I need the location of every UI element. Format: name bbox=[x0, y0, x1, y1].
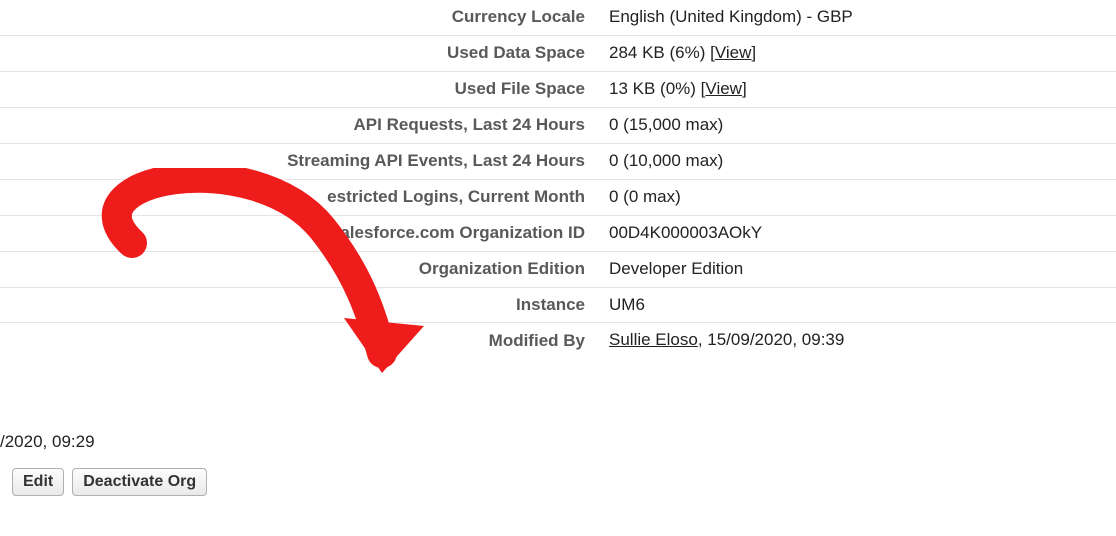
value-instance: UM6 bbox=[595, 288, 1116, 323]
row-org-edition: Organization Edition Developer Edition bbox=[0, 251, 1116, 287]
edit-button[interactable]: Edit bbox=[12, 468, 64, 496]
row-currency-locale: Currency Locale English (United Kingdom)… bbox=[0, 0, 1116, 35]
org-detail-table: Currency Locale English (United Kingdom)… bbox=[0, 0, 1116, 358]
link-view-data-space[interactable]: View bbox=[715, 43, 752, 62]
row-instance: Instance UM6 bbox=[0, 287, 1116, 323]
label-used-data-space: Used Data Space bbox=[0, 36, 595, 70]
value-used-file-space: 13 KB (0%) [View] bbox=[595, 72, 1116, 107]
value-streaming-api: 0 (10,000 max) bbox=[595, 144, 1116, 179]
row-api-requests: API Requests, Last 24 Hours 0 (15,000 ma… bbox=[0, 107, 1116, 143]
value-modified-by: Sullie Eloso, 15/09/2020, 09:39 bbox=[595, 323, 1116, 358]
text-used-data-space: 284 KB (6%) bbox=[609, 43, 705, 62]
label-org-edition: Organization Edition bbox=[0, 252, 595, 286]
text-used-file-space: 13 KB (0%) bbox=[609, 79, 696, 98]
label-modified-by: Modified By bbox=[0, 324, 595, 358]
value-currency-locale: English (United Kingdom) - GBP bbox=[595, 0, 1116, 35]
row-restricted-logins: estricted Logins, Current Month 0 (0 max… bbox=[0, 179, 1116, 215]
row-used-data-space: Used Data Space 284 KB (6%) [View] bbox=[0, 35, 1116, 71]
deactivate-org-button[interactable]: Deactivate Org bbox=[72, 468, 207, 496]
label-restricted-logins: estricted Logins, Current Month bbox=[0, 180, 595, 214]
left-clipped-date: /2020, 09:29 bbox=[0, 432, 95, 452]
label-used-file-space: Used File Space bbox=[0, 72, 595, 106]
row-modified-by: Modified By Sullie Eloso, 15/09/2020, 09… bbox=[0, 322, 1116, 358]
row-streaming-api: Streaming API Events, Last 24 Hours 0 (1… bbox=[0, 143, 1116, 179]
label-streaming-api: Streaming API Events, Last 24 Hours bbox=[0, 144, 595, 178]
value-org-edition: Developer Edition bbox=[595, 252, 1116, 287]
text-modified-by-when: , 15/09/2020, 09:39 bbox=[698, 330, 845, 349]
value-restricted-logins: 0 (0 max) bbox=[595, 180, 1116, 215]
label-org-id: Salesforce.com Organization ID bbox=[0, 216, 595, 250]
value-org-id: 00D4K000003AOkY bbox=[595, 216, 1116, 251]
value-used-data-space: 284 KB (6%) [View] bbox=[595, 36, 1116, 71]
value-api-requests: 0 (15,000 max) bbox=[595, 108, 1116, 143]
link-view-file-space[interactable]: View bbox=[705, 79, 742, 98]
action-buttons: Edit Deactivate Org bbox=[12, 468, 207, 496]
row-used-file-space: Used File Space 13 KB (0%) [View] bbox=[0, 71, 1116, 107]
row-org-id: Salesforce.com Organization ID 00D4K0000… bbox=[0, 215, 1116, 251]
label-api-requests: API Requests, Last 24 Hours bbox=[0, 108, 595, 142]
link-modified-by-user[interactable]: Sullie Eloso bbox=[609, 330, 698, 349]
label-currency-locale: Currency Locale bbox=[0, 0, 595, 34]
label-instance: Instance bbox=[0, 288, 595, 322]
